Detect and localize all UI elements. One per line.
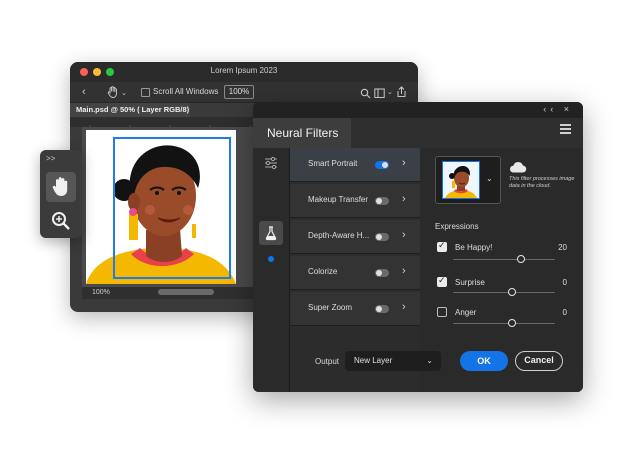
filter-toggle[interactable]	[375, 197, 389, 205]
panel-title[interactable]: Neural Filters	[253, 118, 351, 148]
horizontal-scrollbar[interactable]	[158, 289, 214, 295]
cloud-processing-note: This filter processes image data in the …	[509, 176, 575, 189]
panel-collapse-close-icons[interactable]: ‹‹ ×	[543, 104, 573, 114]
filter-toggle[interactable]	[375, 305, 389, 313]
panel-menu-icon[interactable]	[560, 124, 571, 136]
expression-value[interactable]: 0	[563, 308, 567, 317]
status-zoom: 100%	[92, 289, 110, 296]
filter-label: Colorize	[308, 267, 338, 276]
chevron-down-icon[interactable]: ⌄	[486, 174, 493, 183]
filter-label: Super Zoom	[308, 303, 353, 312]
neural-filters-sidebar	[253, 148, 290, 392]
window-titlebar: Lorem Ipsum 2023	[70, 62, 418, 82]
chevron-right-icon: ›	[402, 157, 406, 169]
chevron-down-icon[interactable]: ⌄	[121, 87, 127, 101]
chevron-right-icon: ›	[402, 193, 406, 205]
filter-label: Smart Portrait	[308, 159, 358, 168]
scroll-all-windows-label: Scroll All Windows	[153, 87, 219, 96]
expressions-heading: Expressions	[435, 222, 479, 231]
chevron-right-icon: ›	[402, 265, 406, 277]
zoom-tool-button[interactable]	[46, 206, 76, 236]
filter-toggle[interactable]	[375, 233, 389, 241]
share-icon[interactable]	[396, 85, 407, 103]
be-happy-slider-thumb[interactable]	[517, 255, 525, 263]
options-toolbar: ‹ ⌄ Scroll All Windows 100% ⌄	[70, 82, 418, 103]
flask-icon	[265, 226, 277, 241]
ok-button[interactable]: OK	[460, 351, 508, 371]
output-label: Output	[315, 357, 340, 366]
hand-tool-preset-icon[interactable]	[106, 85, 120, 104]
filter-item-smart-portrait[interactable]: Smart Portrait ›	[290, 148, 420, 182]
expression-label: Be Happy!	[455, 243, 493, 252]
expression-label: Surprise	[455, 278, 485, 287]
anger-slider[interactable]	[453, 323, 555, 324]
filter-item-depth-aware-haze[interactable]: Depth-Aware H... ›	[290, 220, 420, 254]
chevron-down-icon: ⌄	[426, 356, 433, 365]
surprise-checkbox[interactable]: ✓	[437, 275, 447, 287]
hand-icon	[52, 177, 68, 196]
filter-item-colorize[interactable]: Colorize ›	[290, 256, 420, 290]
new-indicator-dot	[268, 256, 274, 262]
reference-image-picker[interactable]: ⌄	[435, 156, 501, 204]
zoom-level-field[interactable]: 100%	[224, 85, 254, 99]
expression-value[interactable]: 20	[558, 243, 567, 252]
collapse-panel-icon[interactable]: >>	[46, 154, 55, 163]
surprise-slider-thumb[interactable]	[508, 288, 516, 296]
chevron-right-icon: ›	[402, 229, 406, 241]
filter-toggle[interactable]	[375, 161, 389, 169]
filter-item-super-zoom[interactable]: Super Zoom ›	[290, 292, 420, 326]
chevron-right-icon: ›	[402, 301, 406, 313]
scroll-all-windows-checkbox[interactable]	[141, 88, 150, 97]
document-tab[interactable]: Main.psd @ 50% ( Layer RGB/8)	[70, 103, 190, 117]
surprise-slider[interactable]	[453, 292, 555, 293]
be-happy-checkbox[interactable]: ✓	[437, 240, 447, 252]
sliders-icon[interactable]	[262, 154, 280, 172]
window-title: Lorem Ipsum 2023	[210, 66, 278, 75]
face-selection-box	[113, 137, 231, 279]
filter-toggle[interactable]	[375, 269, 389, 277]
be-happy-slider[interactable]	[453, 259, 555, 260]
beta-filters-button[interactable]	[259, 221, 283, 245]
zoom-icon	[52, 212, 70, 230]
expression-value[interactable]: 0	[563, 278, 567, 287]
filter-label: Makeup Transfer	[308, 195, 369, 204]
cloud-icon	[509, 160, 527, 173]
panel-topbar: ‹‹ ×	[253, 102, 583, 118]
reference-thumbnail	[442, 161, 480, 199]
anger-slider-thumb[interactable]	[508, 319, 516, 327]
chevron-down-icon[interactable]: ⌄	[387, 86, 393, 100]
output-select[interactable]: New Layer ⌄	[345, 351, 441, 371]
hand-tool-button[interactable]	[46, 172, 76, 202]
back-icon[interactable]: ‹	[82, 85, 86, 99]
tools-panel: >>	[40, 150, 82, 238]
cancel-button[interactable]: Cancel	[515, 351, 563, 371]
filter-label: Depth-Aware H...	[308, 231, 370, 240]
filter-item-makeup-transfer[interactable]: Makeup Transfer ›	[290, 184, 420, 218]
anger-checkbox[interactable]	[437, 307, 447, 317]
output-select-value: New Layer	[354, 356, 393, 365]
neural-filters-panel: ‹‹ × Neural Filters Smart Portrait › Mak…	[253, 102, 583, 392]
expression-label: Anger	[455, 308, 477, 317]
